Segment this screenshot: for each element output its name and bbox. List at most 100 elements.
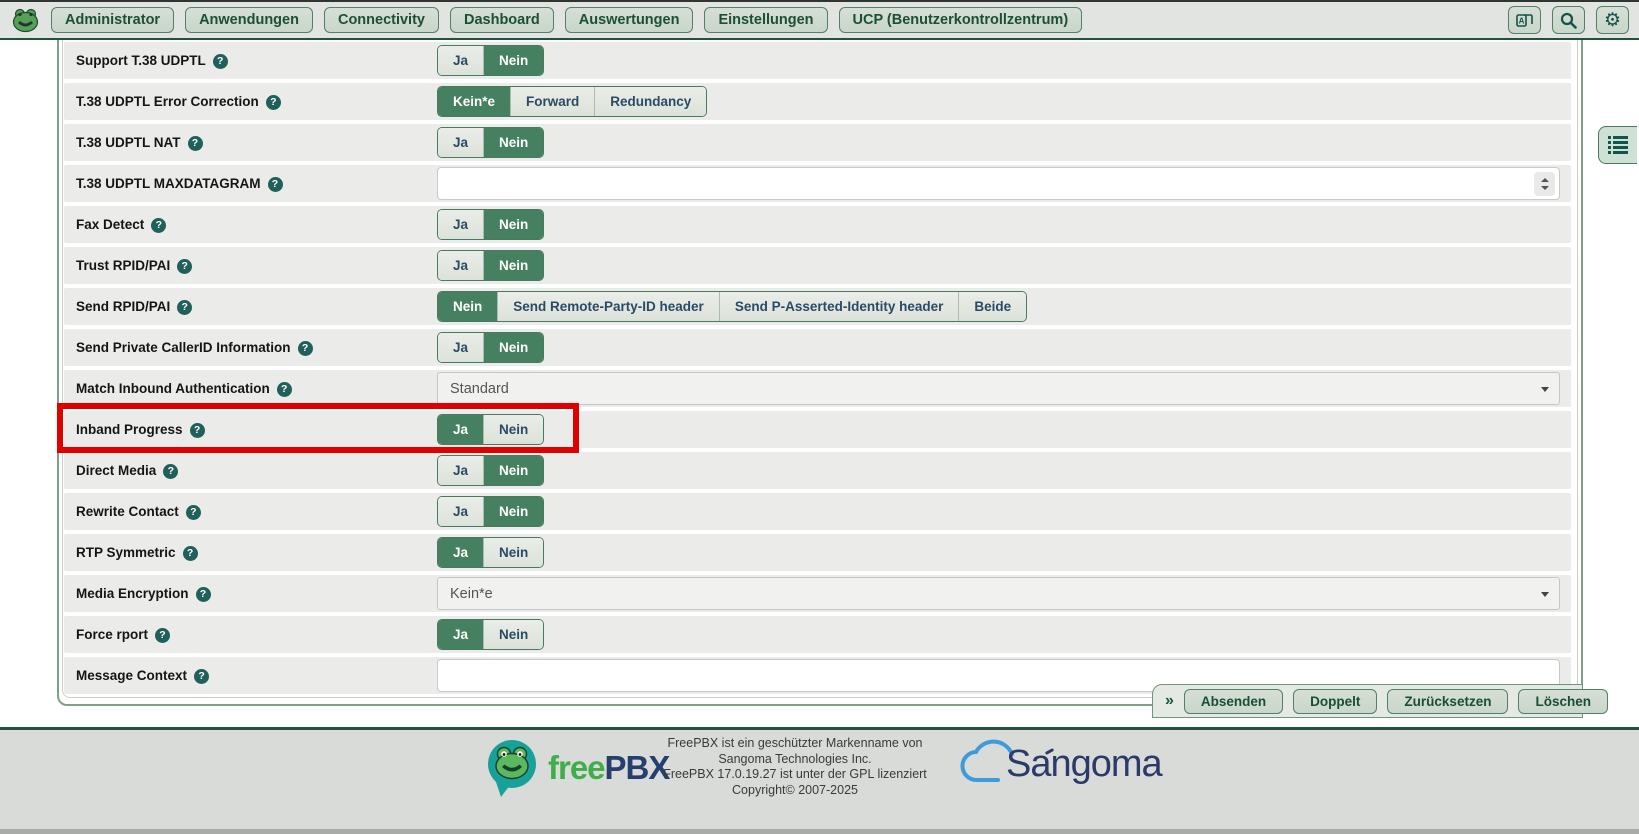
language-icon[interactable]: A: [1508, 6, 1541, 34]
toggle-option-redundancy[interactable]: Redundancy: [595, 87, 706, 116]
toggle-option-nein[interactable]: Nein: [484, 46, 543, 75]
absenden-button[interactable]: Absenden: [1184, 689, 1283, 714]
number-spinner[interactable]: [1534, 172, 1555, 196]
toggle-option-ja[interactable]: Ja: [438, 210, 484, 239]
nav-item-anwendungen[interactable]: Anwendungen: [185, 7, 313, 33]
help-icon[interactable]: ?: [213, 54, 228, 69]
form-row-send-private-callerid-information: Send Private CallerID Information? JaNein: [64, 329, 1571, 366]
select-match-inbound-authentication[interactable]: Standard: [437, 372, 1560, 405]
help-icon[interactable]: ?: [268, 177, 283, 192]
spinner-up-icon[interactable]: [1541, 178, 1549, 182]
toggle-group-t-38-udptl-nat: JaNein: [437, 127, 544, 158]
spinner-down-icon[interactable]: [1541, 186, 1549, 190]
search-icon[interactable]: [1552, 6, 1585, 34]
l-schen-button[interactable]: Löschen: [1518, 689, 1608, 714]
help-icon[interactable]: ?: [155, 628, 170, 643]
help-icon[interactable]: ?: [190, 423, 205, 438]
nav-item-auswertungen[interactable]: Auswertungen: [565, 7, 694, 33]
row-control: JaNein: [437, 331, 1560, 364]
toggle-option-nein[interactable]: Nein: [484, 620, 543, 649]
toggle-option-nein[interactable]: Nein: [438, 292, 498, 321]
help-icon[interactable]: ?: [177, 300, 192, 315]
toggle-option-ja[interactable]: Ja: [438, 456, 484, 485]
select-value: Standard: [450, 381, 509, 397]
freepbx-logo[interactable]: freePBX: [484, 738, 669, 798]
toggle-option-ja[interactable]: Ja: [438, 46, 484, 75]
help-icon[interactable]: ?: [163, 464, 178, 479]
toggle-option-nein[interactable]: Nein: [484, 333, 543, 362]
toggle-option-nein[interactable]: Nein: [484, 538, 543, 567]
toggle-option-forward[interactable]: Forward: [511, 87, 595, 116]
toggle-option-ja[interactable]: Ja: [438, 497, 484, 526]
toggle-group-rewrite-contact: JaNein: [437, 496, 544, 527]
footer-line: FreePBX ist ein geschützter Markenname v…: [645, 736, 945, 752]
toggle-option-nein[interactable]: Nein: [484, 497, 543, 526]
window-bottom-edge: [0, 829, 1639, 834]
help-icon[interactable]: ?: [194, 669, 209, 684]
row-control: JaNein: [437, 454, 1560, 487]
doppelt-button[interactable]: Doppelt: [1293, 689, 1377, 714]
row-control: JaNein: [437, 249, 1560, 282]
help-icon[interactable]: ?: [186, 505, 201, 520]
svg-text:A: A: [1519, 16, 1525, 25]
help-icon[interactable]: ?: [188, 136, 203, 151]
row-label: Message Context?: [76, 657, 209, 694]
toggle-group-t-38-udptl-error-correction: Kein*eForwardRedundancy: [437, 86, 707, 117]
zur-cksetzen-button[interactable]: Zurücksetzen: [1387, 689, 1508, 714]
form-row-send-rpid-pai: Send RPID/PAI?NeinSend Remote-Party-ID h…: [64, 288, 1571, 325]
toggle-option-ja[interactable]: Ja: [438, 538, 484, 567]
nav-item-ucp-benutzerkontrollzentrum[interactable]: UCP (Benutzerkontrollzentrum): [839, 7, 1083, 33]
row-label: Force rport?: [76, 616, 170, 653]
form-row-inband-progress: Inband Progress?JaNein: [64, 411, 1571, 448]
number-input-t-38-udptl-maxdatagram[interactable]: [437, 167, 1560, 200]
form-row-trust-rpid-pai: Trust RPID/PAI? JaNein: [64, 247, 1571, 284]
toggle-option-nein[interactable]: Nein: [484, 128, 543, 157]
form-row-rtp-symmetric: RTP Symmetric?JaNein: [64, 534, 1571, 571]
footer-line: Sangoma Technologies Inc.: [645, 752, 945, 768]
toggle-option-ja[interactable]: Ja: [438, 620, 484, 649]
toggle-option-ja[interactable]: Ja: [438, 415, 484, 444]
form-row-support-t-38-udptl: Support T.38 UDPTL? JaNein: [64, 42, 1571, 79]
toggle-option-send-p-asserted-identity-header[interactable]: Send P-Asserted-Identity header: [720, 292, 960, 321]
toggle-option-ja[interactable]: Ja: [438, 251, 484, 280]
nav-item-dashboard[interactable]: Dashboard: [450, 7, 554, 33]
help-icon[interactable]: ?: [177, 259, 192, 274]
toggle-option-nein[interactable]: Nein: [484, 251, 543, 280]
form-row-t-38-udptl-error-correction: T.38 UDPTL Error Correction?Kein*eForwar…: [64, 83, 1571, 120]
help-icon[interactable]: ?: [277, 382, 292, 397]
form-row-media-encryption: Media Encryption? Kein*e: [64, 575, 1571, 612]
row-label: Support T.38 UDPTL?: [76, 42, 228, 79]
help-icon[interactable]: ?: [266, 95, 281, 110]
toggle-option-nein[interactable]: Nein: [484, 415, 543, 444]
freepbx-frog-icon[interactable]: [10, 6, 40, 34]
footer-legal-text: FreePBX ist ein geschützter Markenname v…: [645, 736, 945, 798]
help-icon[interactable]: ?: [298, 341, 313, 356]
row-label: Send Private CallerID Information?: [76, 329, 313, 366]
help-icon[interactable]: ?: [151, 218, 166, 233]
form-row-t-38-udptl-maxdatagram: T.38 UDPTL MAXDATAGRAM?: [64, 165, 1571, 202]
toggle-option-ja[interactable]: Ja: [438, 128, 484, 157]
sangoma-logo[interactable]: Sangoma: [950, 738, 1162, 790]
toggle-option-beide[interactable]: Beide: [959, 292, 1026, 321]
toggle-option-nein[interactable]: Nein: [484, 456, 543, 485]
nav-item-connectivity[interactable]: Connectivity: [324, 7, 439, 33]
toolbar-collapse-chevron[interactable]: »: [1165, 692, 1174, 710]
toggle-option-ja[interactable]: Ja: [438, 333, 484, 362]
sidebar-list-toggle-button[interactable]: [1598, 126, 1637, 164]
freepbx-bubble-icon: [484, 738, 540, 798]
nav-item-administrator[interactable]: Administrator: [51, 7, 174, 33]
help-icon[interactable]: ?: [196, 587, 211, 602]
nav-item-einstellungen[interactable]: Einstellungen: [704, 7, 827, 33]
row-label: Media Encryption?: [76, 575, 211, 612]
toggle-option-kein-e[interactable]: Kein*e: [438, 87, 511, 116]
select-media-encryption[interactable]: Kein*e: [437, 577, 1560, 610]
toggle-option-nein[interactable]: Nein: [484, 210, 543, 239]
row-control: JaNein: [437, 618, 1560, 651]
row-label: Trust RPID/PAI?: [76, 247, 192, 284]
row-label: Fax Detect?: [76, 206, 166, 243]
row-label: Match Inbound Authentication?: [76, 370, 292, 407]
form-row-match-inbound-authentication: Match Inbound Authentication? Standard: [64, 370, 1571, 407]
toggle-option-send-remote-party-id-header[interactable]: Send Remote-Party-ID header: [498, 292, 720, 321]
help-icon[interactable]: ?: [183, 546, 198, 561]
gear-icon[interactable]: ⚙: [1596, 6, 1629, 34]
